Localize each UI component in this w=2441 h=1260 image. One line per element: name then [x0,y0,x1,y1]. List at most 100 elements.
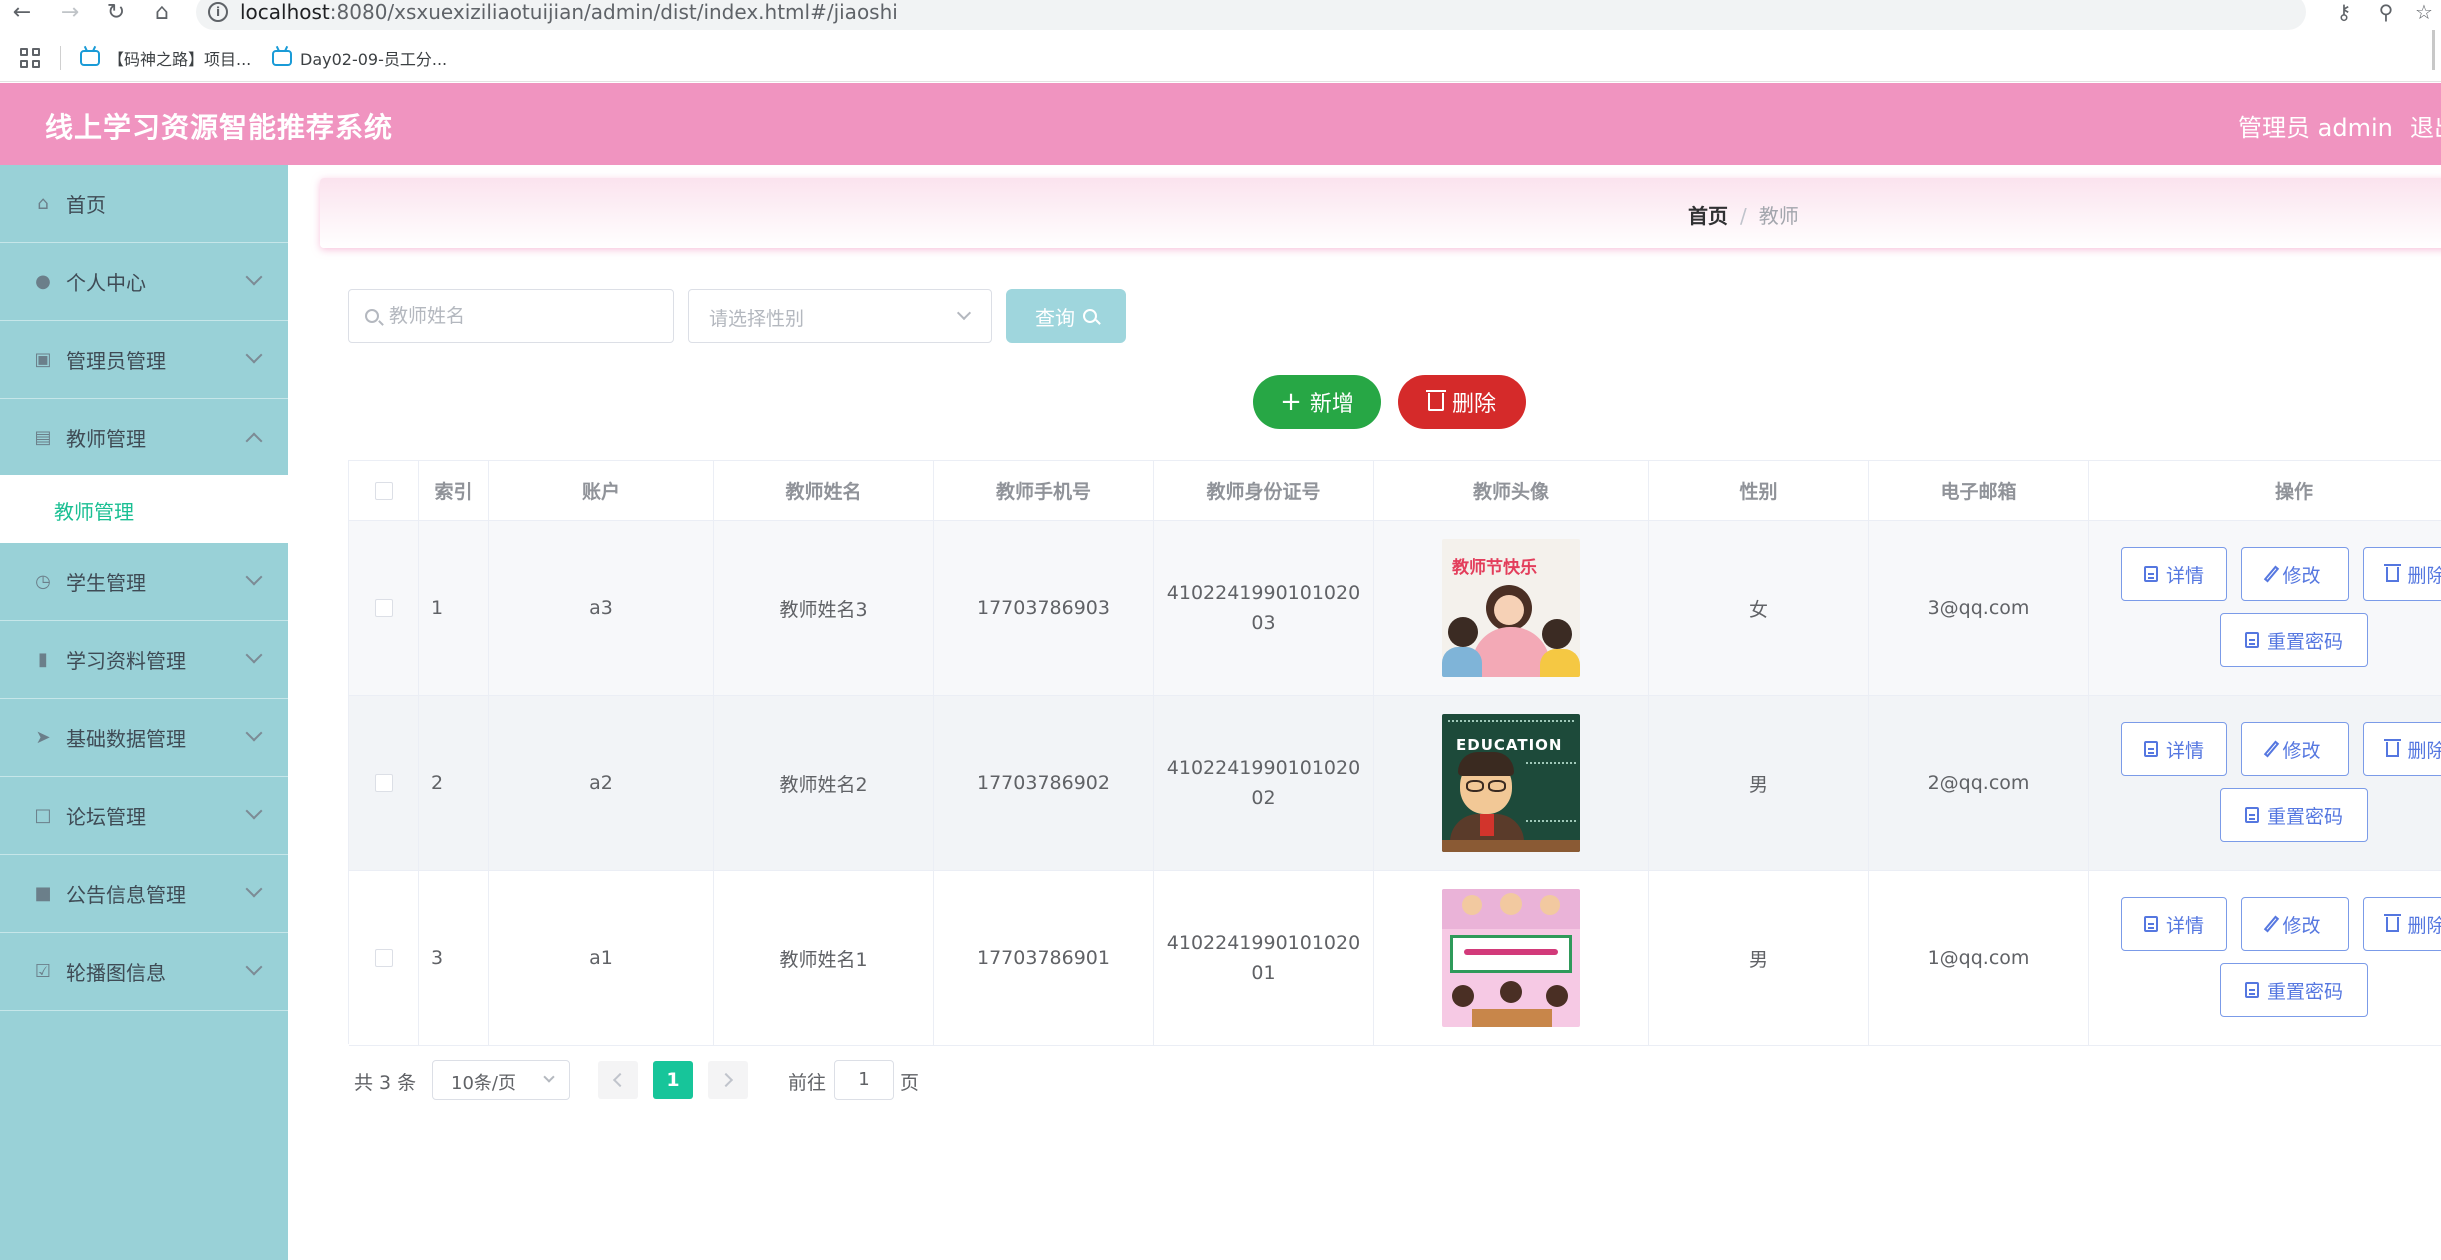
reload-icon[interactable]: ↻ [102,2,130,26]
logout-link[interactable]: 退出 [2410,108,2441,143]
column-header[interactable]: 教师手机号 [934,461,1154,520]
detail-button[interactable]: 详情 [2121,547,2227,601]
browser-address-bar: ← → ↻ ⌂ i localhost:8080/xsxuexiziliaotu… [0,0,2441,34]
reset-password-label: 重置密码 [2266,805,2343,828]
back-icon[interactable]: ← [8,2,36,26]
add-button[interactable]: + 新增 [1253,375,1381,429]
row-select-cell [349,521,419,695]
row-checkbox[interactable] [374,774,393,792]
column-header[interactable]: 电子邮箱 [1869,461,2089,520]
sidebar-item-notice[interactable]: ■ 公告信息管理 [0,855,288,933]
sidebar: ⌂ 首页 ● 个人中心 ▣ 管理员管理 ▤ 教师管理 教师管理 ◷ 学生管理 ▮… [0,165,288,1260]
gender-select[interactable]: 请选择性别 [688,289,992,343]
gender-select-placeholder: 请选择性别 [709,308,805,330]
avatar-figure [1494,595,1524,625]
sidebar-item-basedata[interactable]: ➤ 基础数据管理 [0,699,288,777]
edit-button[interactable]: 修改 [2241,547,2349,601]
teacher-avatar[interactable]: EDUCATION [1442,714,1580,852]
query-button-label: 查询 [1035,305,1075,330]
column-header[interactable]: 账户 [489,461,714,520]
column-header[interactable]: 索引 [419,461,489,520]
search-icon [1083,309,1097,323]
page-scrollbar[interactable] [2432,30,2435,70]
delete-row-button[interactable]: 删除 [2363,897,2441,951]
star-icon[interactable]: ☆ [2410,0,2438,24]
column-header[interactable]: 教师身份证号 [1154,461,1374,520]
teacher-avatar[interactable] [1442,889,1580,1027]
detail-button[interactable]: 详情 [2121,722,2227,776]
breadcrumb-separator: / [1740,204,1747,228]
avatar-figure [1526,762,1576,822]
reset-password-button[interactable]: 重置密码 [2220,788,2368,842]
edit-button[interactable]: 修改 [2241,897,2349,951]
row-checkbox[interactable] [374,599,393,617]
home-browser-icon[interactable]: ⌂ [148,2,176,26]
teacher-avatar[interactable]: 教师节快乐 [1442,539,1580,677]
edit-label: 修改 [2282,914,2321,937]
url-text[interactable]: localhost:8080/xsxuexiziliaotuijian/admi… [240,0,898,24]
sidebar-item-carousel[interactable]: ☑ 轮播图信息 [0,933,288,1011]
site-info-icon[interactable]: i [208,2,228,22]
avatar-figure [1472,1009,1552,1027]
next-page-button[interactable] [708,1061,748,1099]
document-icon [2143,916,2158,932]
avatar-figure [1464,949,1558,955]
email-cell: 3@qq.com [1869,521,2089,695]
sidebar-item-admins[interactable]: ▣ 管理员管理 [0,321,288,399]
sidebar-item-forum[interactable]: □ 论坛管理 [0,777,288,855]
avatar-figure [1466,780,1484,792]
sidebar-item-materials[interactable]: ▮ 学习资料管理 [0,621,288,699]
chevron-down-icon [245,346,263,364]
zoom-icon[interactable]: ⚲ [2372,0,2400,24]
sidebar-item-home[interactable]: ⌂ 首页 [0,165,288,243]
select-all-checkbox[interactable] [374,481,393,500]
breadcrumb-home[interactable]: 首页 [1688,204,1728,228]
avatar-figure [1500,893,1522,915]
avatar-cell: EDUCATION [1374,696,1649,870]
table-row[interactable]: 3 a1 教师姓名1 17703786901 41022419901010200… [349,871,2441,1046]
table-row[interactable]: 1 a3 教师姓名3 17703786903 41022419901010200… [349,521,2441,696]
detail-button[interactable]: 详情 [2121,897,2227,951]
clipboard-icon: ■ [34,882,52,904]
goto-label: 前往 [788,1072,827,1094]
email-cell: 2@qq.com [1869,696,2089,870]
trash-icon [2384,563,2402,582]
account-cell: a3 [489,521,714,695]
pagination-total: 共 3 条 [354,1072,417,1094]
reset-password-button[interactable]: 重置密码 [2220,963,2368,1017]
column-header[interactable]: 教师姓名 [714,461,934,520]
sidebar-subitem-teachers[interactable]: 教师管理 [0,475,288,543]
sidebar-item-students[interactable]: ◷ 学生管理 [0,543,288,621]
delete-button-label: 删除 [1451,392,1496,417]
sidebar-item-personal[interactable]: ● 个人中心 [0,243,288,321]
delete-row-button[interactable]: 删除 [2363,722,2441,776]
table-row[interactable]: 2 a2 教师姓名2 17703786902 41022419901010200… [349,696,2441,871]
row-checkbox[interactable] [374,949,393,967]
teacher-name-search[interactable] [348,289,674,343]
chevron-down-icon [245,958,263,976]
table-header: 索引 账户 教师姓名 教师手机号 教师身份证号 教师头像 性别 电子邮箱 操作 [349,461,2441,521]
avatar-figure [1540,895,1560,915]
batch-delete-button[interactable]: 删除 [1398,375,1526,429]
delete-row-button[interactable]: 删除 [2363,547,2441,601]
goto-page-input[interactable]: 1 [834,1060,894,1100]
key-icon[interactable]: ⚷ [2330,0,2358,24]
bookmark-item[interactable]: 【码神之路】项目... [80,44,251,72]
column-header[interactable]: 教师头像 [1374,461,1649,520]
avatar-figure [1540,649,1580,677]
bookmark-item[interactable]: Day02-09-员工分... [272,44,447,72]
query-button[interactable]: 查询 [1006,289,1126,343]
column-header[interactable]: 操作 [2089,461,2441,520]
teacher-name-input[interactable] [389,302,659,330]
prev-page-button[interactable] [598,1061,638,1099]
forward-icon[interactable]: → [56,2,84,26]
page-size-select[interactable]: 10条/页 [432,1060,570,1100]
reset-password-button[interactable]: 重置密码 [2220,613,2368,667]
email-cell: 1@qq.com [1869,871,2089,1045]
page-number-current[interactable]: 1 [653,1061,693,1099]
edit-button[interactable]: 修改 [2241,722,2349,776]
apps-grid-icon[interactable] [20,48,42,70]
sidebar-item-teachers[interactable]: ▤ 教师管理 [0,399,288,477]
edit-pencil-icon [2264,915,2280,933]
column-header[interactable]: 性别 [1649,461,1869,520]
